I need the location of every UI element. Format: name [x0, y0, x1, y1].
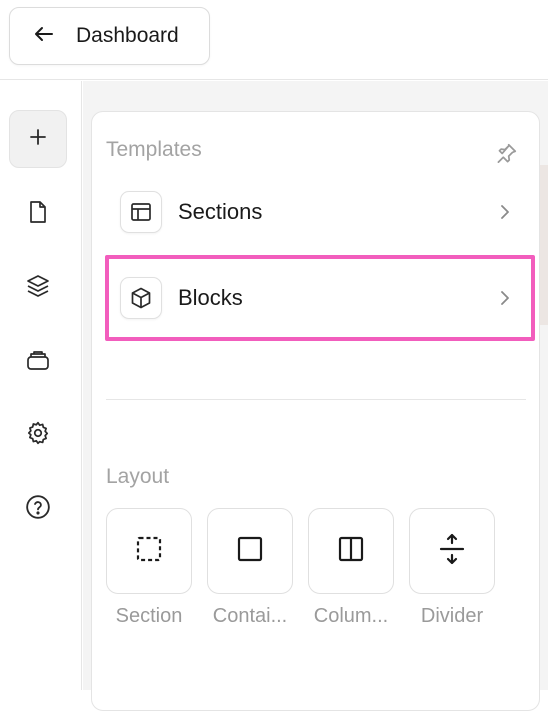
container-tile-label: Contai... [212, 605, 288, 627]
file-icon [26, 199, 50, 230]
layout-container-tile[interactable] [207, 508, 293, 594]
add-element-button[interactable] [9, 110, 67, 168]
pin-icon[interactable] [493, 141, 519, 167]
layers-button[interactable] [9, 259, 67, 317]
dashed-square-icon [135, 535, 163, 568]
assets-button[interactable] [9, 333, 67, 391]
chevron-right-icon [498, 201, 512, 228]
divider-icon [438, 533, 466, 570]
section-tile-label: Section [115, 605, 183, 627]
layout-section-tile[interactable] [106, 508, 192, 594]
divider-tile-label: Divider [420, 605, 484, 627]
pages-button[interactable] [9, 185, 67, 243]
template-sections-item[interactable]: Sections [106, 181, 526, 243]
stack-icon [25, 347, 51, 378]
layout-columns-tile[interactable] [308, 508, 394, 594]
layout-divider-tile[interactable] [409, 508, 495, 594]
layers-icon [25, 273, 51, 304]
top-bar: Dashboard [0, 0, 548, 80]
templates-heading: Templates [106, 138, 202, 161]
columns-icon [337, 535, 365, 568]
sidebar-rail [0, 81, 82, 690]
layout-icon [120, 191, 162, 233]
help-icon [25, 494, 51, 525]
plus-icon [26, 125, 50, 154]
square-icon [236, 535, 264, 568]
section-divider [106, 399, 526, 400]
insert-panel: Templates Sections Blocks Layout Section… [91, 111, 540, 711]
arrow-left-icon [32, 22, 56, 51]
gear-icon [25, 420, 51, 451]
back-to-dashboard-button[interactable]: Dashboard [9, 7, 210, 65]
layout-heading: Layout [106, 465, 170, 488]
help-button[interactable] [9, 480, 67, 538]
back-button-label: Dashboard [76, 24, 179, 47]
columns-tile-label: Colum... [313, 605, 389, 627]
sections-label: Sections [178, 199, 263, 224]
selection-highlight [105, 255, 535, 341]
settings-button[interactable] [9, 406, 67, 464]
